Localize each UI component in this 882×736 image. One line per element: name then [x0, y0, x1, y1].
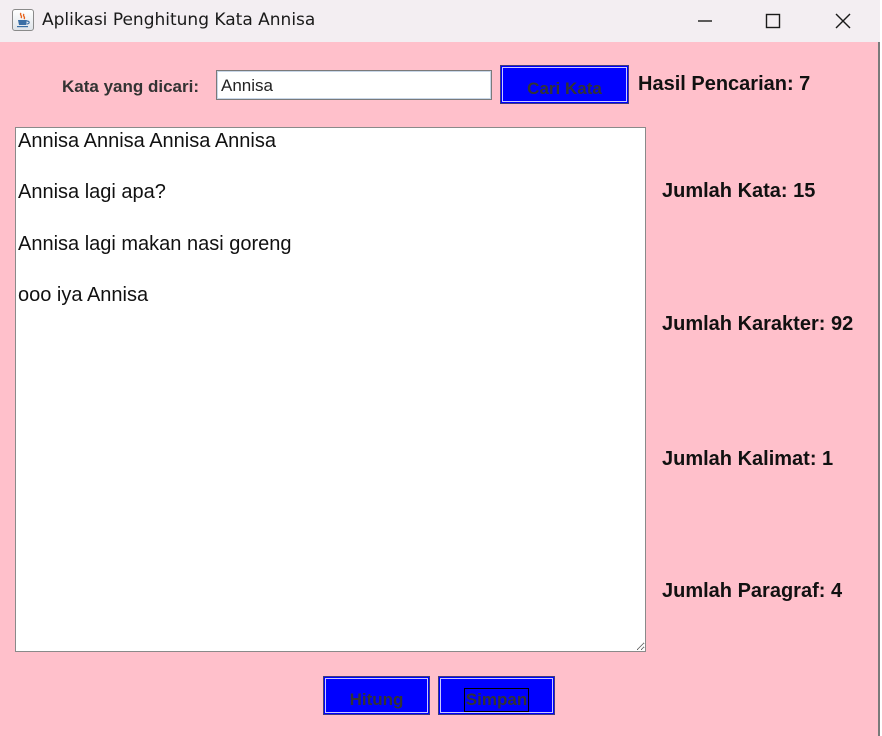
maximize-button[interactable]	[738, 0, 808, 42]
search-button[interactable]: Cari Kata	[500, 65, 629, 104]
search-label: Kata yang dicari:	[62, 77, 199, 96]
save-button-label: Simpan	[463, 688, 530, 712]
minimize-icon	[698, 20, 712, 22]
paragraph-count-label: Jumlah Paragraf: 4	[662, 580, 843, 602]
window-title: Aplikasi Penghitung Kata Annisa	[42, 10, 316, 30]
minimize-button[interactable]	[670, 0, 740, 42]
count-button[interactable]: Hitung	[323, 676, 430, 715]
sentence-count-label: Jumlah Kalimat: 1	[662, 448, 834, 470]
word-count-label: Jumlah Kata: 15	[662, 180, 816, 202]
close-button[interactable]	[808, 0, 878, 42]
character-count-label: Jumlah Karakter: 92	[662, 313, 854, 335]
save-button[interactable]: Simpan	[438, 676, 555, 715]
java-cup-icon	[12, 9, 34, 31]
app-window: Aplikasi Penghitung Kata Annisa Kata yan…	[0, 0, 880, 736]
maximize-icon	[765, 13, 781, 29]
title-bar[interactable]: Aplikasi Penghitung Kata Annisa	[0, 0, 880, 42]
search-input[interactable]	[216, 70, 492, 100]
text-editor[interactable]: Annisa Annisa Annisa Annisa Annisa lagi …	[15, 127, 646, 652]
search-result-label: Hasil Pencarian: 7	[638, 73, 811, 95]
close-icon	[835, 13, 851, 29]
